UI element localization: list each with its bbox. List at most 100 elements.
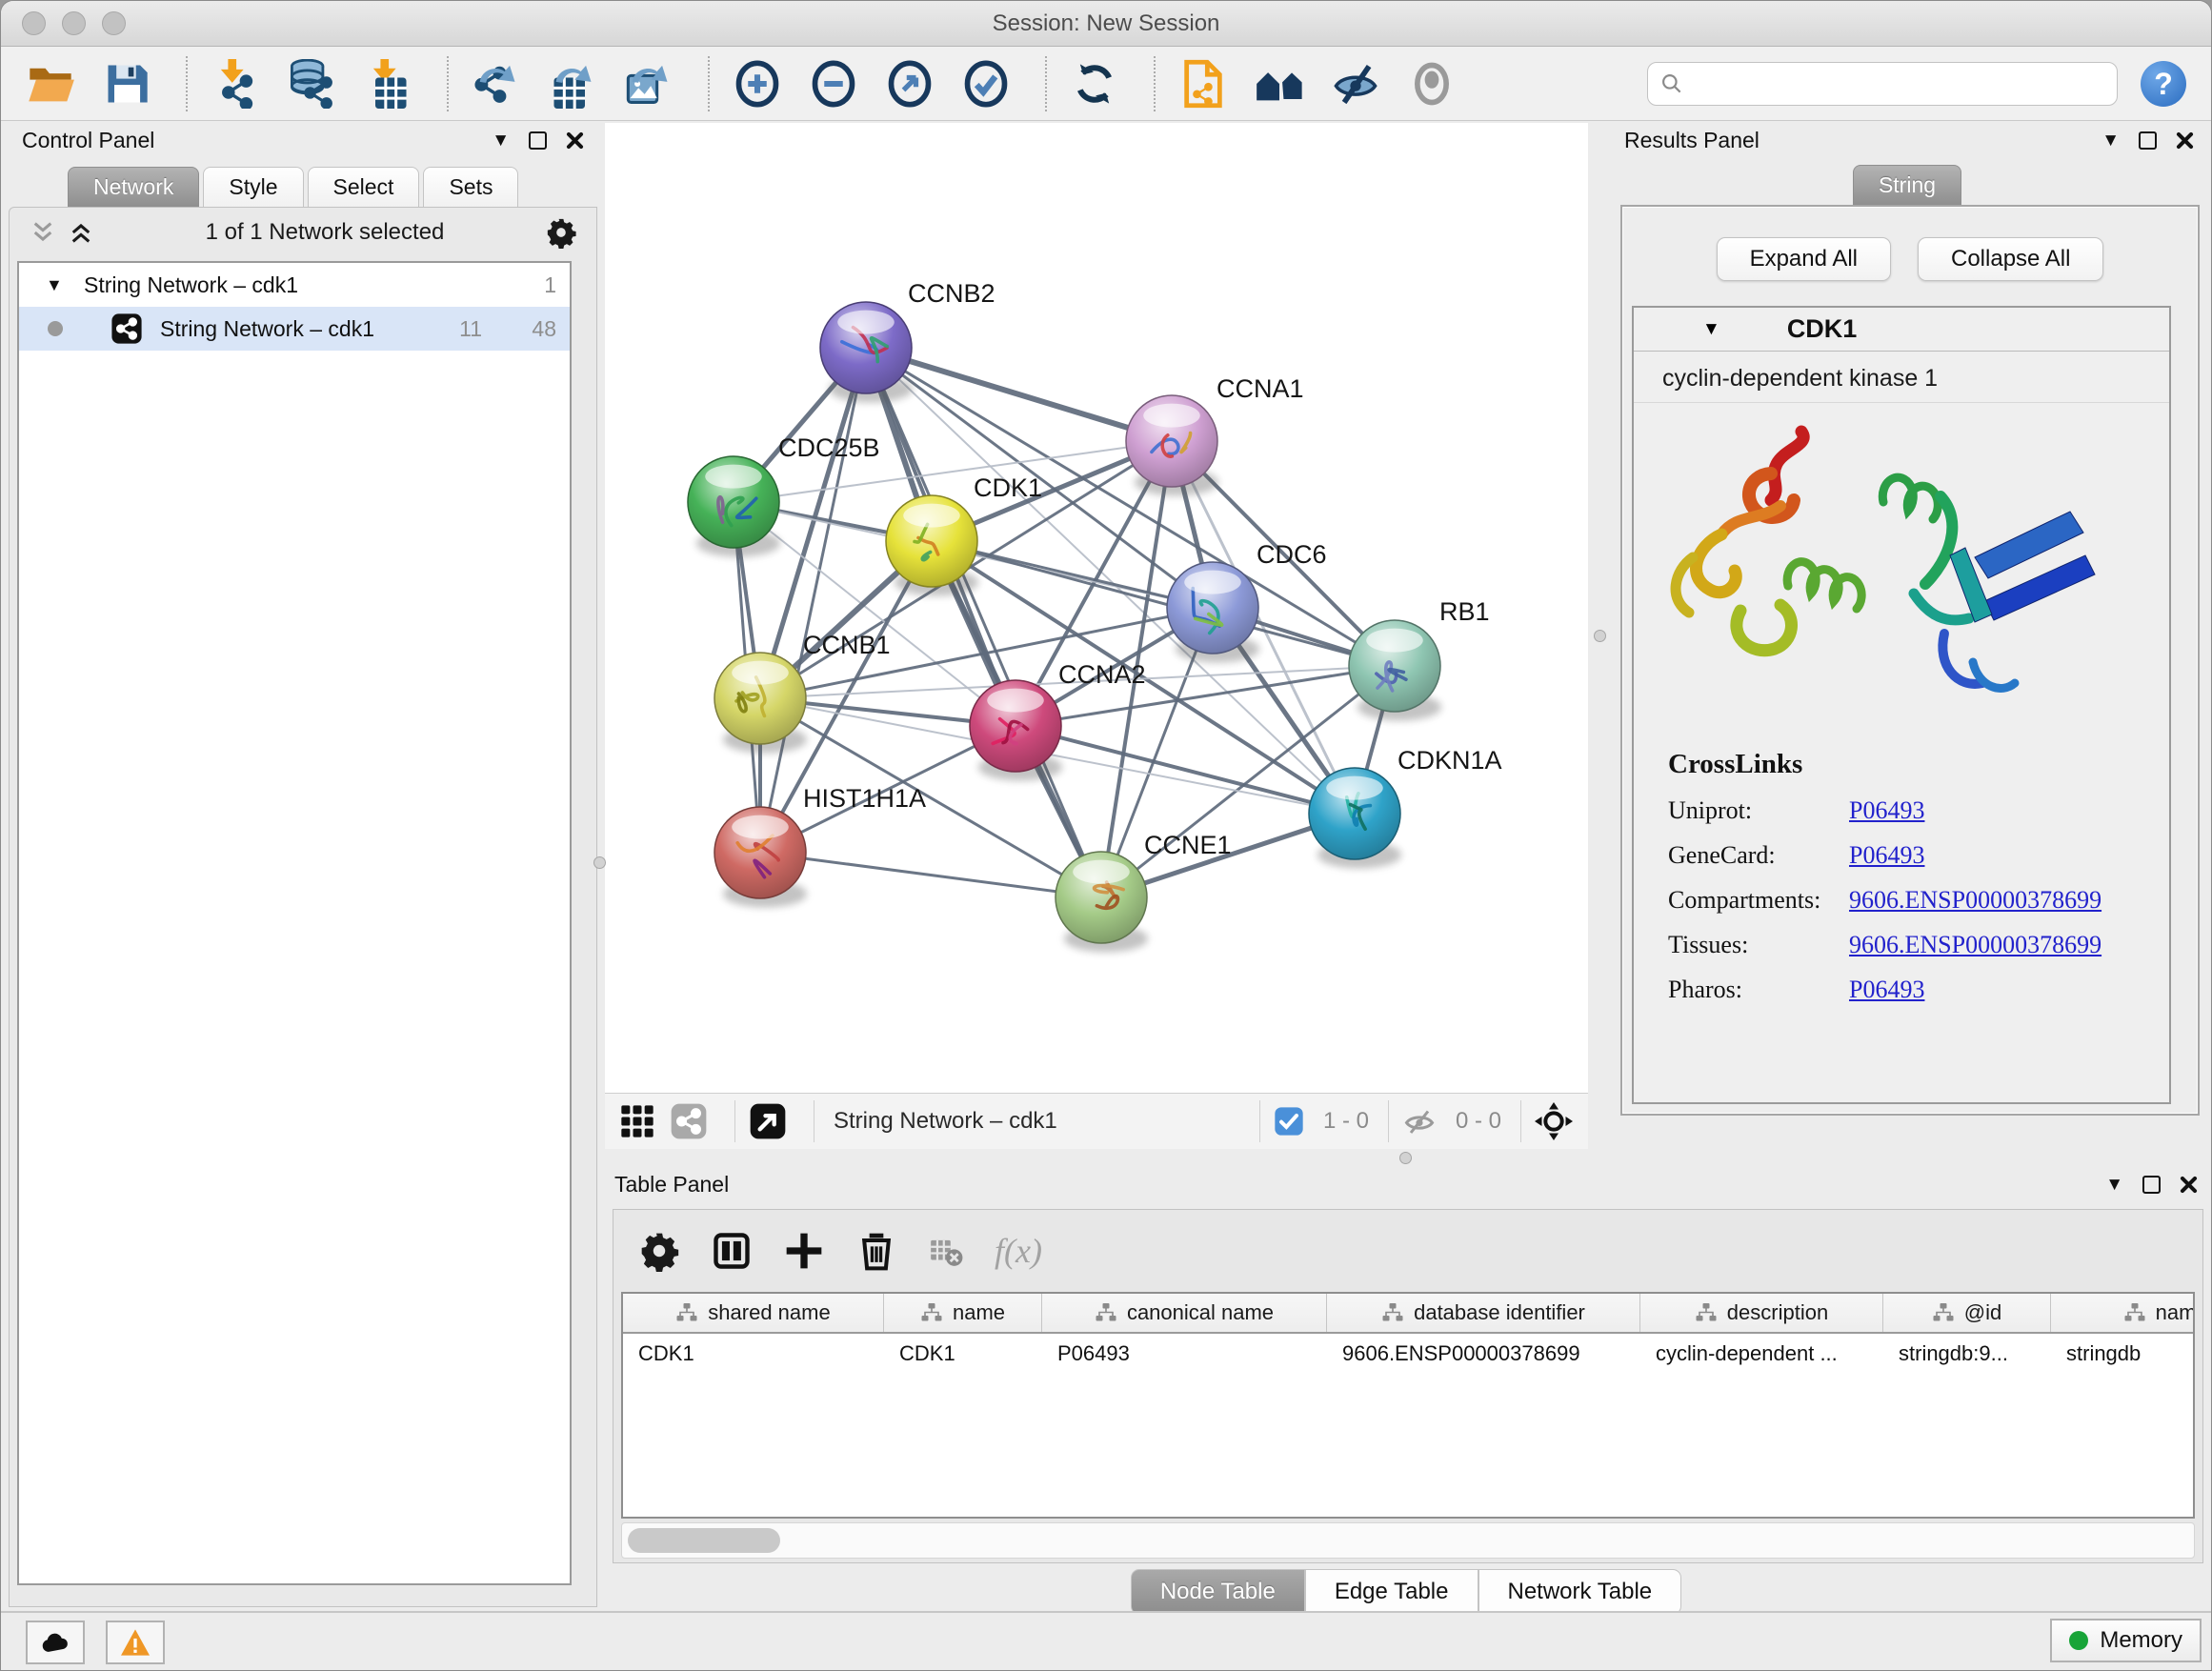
table-cell[interactable]: CDK1 bbox=[623, 1334, 884, 1376]
toolbar-separator bbox=[1154, 56, 1156, 111]
table-panel-title: Table Panel bbox=[614, 1172, 729, 1198]
column-header-database-identifier[interactable]: database identifier bbox=[1327, 1294, 1640, 1332]
delete-column-icon[interactable] bbox=[855, 1230, 897, 1272]
import-network-database-button[interactable] bbox=[287, 59, 336, 109]
crosslink-link[interactable]: P06493 bbox=[1849, 976, 1924, 1004]
table-row[interactable]: CDK1CDK1P064939606.ENSP00000378699cyclin… bbox=[623, 1334, 2193, 1376]
table-cell[interactable]: 9606.ENSP00000378699 bbox=[1327, 1334, 1640, 1376]
string-app-icon bbox=[111, 312, 143, 345]
tab-network[interactable]: Network bbox=[68, 167, 199, 207]
close-panel-icon[interactable] bbox=[2180, 1176, 2198, 1194]
show-columns-icon[interactable] bbox=[711, 1230, 753, 1272]
tab-string[interactable]: String bbox=[1853, 165, 1961, 205]
expand-all-icon[interactable] bbox=[67, 220, 95, 245]
apply-layout-button[interactable] bbox=[1070, 59, 1119, 109]
cloud-button[interactable] bbox=[26, 1621, 85, 1664]
crosslink-row: Uniprot:P06493 bbox=[1668, 796, 2169, 825]
search-input[interactable] bbox=[1694, 71, 2105, 96]
crosslink-link[interactable]: 9606.ENSP00000378699 bbox=[1849, 886, 2101, 915]
status-bar: Memory bbox=[1, 1611, 2211, 1670]
hide-items-button[interactable] bbox=[1331, 59, 1380, 109]
tab-style[interactable]: Style bbox=[203, 167, 303, 207]
close-panel-icon[interactable] bbox=[2176, 131, 2194, 150]
table-cell[interactable]: stringdb:9... bbox=[1883, 1334, 2051, 1376]
detach-view-icon[interactable] bbox=[749, 1102, 787, 1140]
table-cell[interactable]: CDK1 bbox=[884, 1334, 1042, 1376]
column-header-namespace[interactable]: namespace bbox=[2051, 1294, 2195, 1332]
tree-expander-icon[interactable]: ▼ bbox=[46, 275, 67, 295]
tab-sets[interactable]: Sets bbox=[423, 167, 518, 207]
crosslink-link[interactable]: 9606.ENSP00000378699 bbox=[1849, 931, 2101, 959]
network-graph[interactable]: CCNB2CCNA1CDC25BCDK1CDC6RB1CCNB1CCNA2CDK… bbox=[605, 123, 1588, 1093]
panel-menu-icon[interactable]: ▼ bbox=[2101, 131, 2120, 150]
collapse-all-button[interactable]: Collapse All bbox=[1918, 237, 2103, 281]
bottom-divider-handle[interactable] bbox=[1399, 1152, 1412, 1164]
export-table-button[interactable] bbox=[548, 59, 597, 109]
search-icon bbox=[1659, 71, 1684, 96]
crosslink-link[interactable]: P06493 bbox=[1849, 841, 1924, 870]
crosslink-link[interactable]: P06493 bbox=[1849, 796, 1924, 825]
node-label-CCNA2: CCNA2 bbox=[1058, 660, 1146, 689]
import-network-file-button[interactable] bbox=[211, 59, 260, 109]
warning-button[interactable] bbox=[106, 1621, 165, 1664]
network-tree: ▼ String Network – cdk1 1 String Network… bbox=[17, 261, 572, 1585]
save-session-button[interactable] bbox=[102, 59, 151, 109]
birdseye-navigator-icon[interactable] bbox=[1535, 1102, 1573, 1140]
function-builder-icon[interactable]: f(x) bbox=[995, 1231, 1042, 1271]
column-header-canonical-name[interactable]: canonical name bbox=[1042, 1294, 1327, 1332]
zoom-selected-button[interactable] bbox=[961, 59, 1011, 109]
hidden-eye-icon[interactable] bbox=[1402, 1104, 1437, 1138]
section-expander-icon[interactable]: ▼ bbox=[1702, 319, 1720, 340]
network-row[interactable]: String Network – cdk1 11 48 bbox=[19, 307, 570, 351]
table-horizontal-scrollbar[interactable] bbox=[621, 1522, 2195, 1559]
table-cell[interactable]: cyclin-dependent ... bbox=[1640, 1334, 1883, 1376]
tab-node-table[interactable]: Node Table bbox=[1131, 1569, 1305, 1615]
panel-menu-icon[interactable]: ▼ bbox=[2105, 1176, 2123, 1194]
import-table-button[interactable] bbox=[363, 59, 412, 109]
collapse-all-icon[interactable] bbox=[29, 220, 57, 245]
left-divider-handle[interactable] bbox=[593, 856, 606, 869]
tab-select[interactable]: Select bbox=[308, 167, 420, 207]
separator bbox=[1520, 1100, 1521, 1142]
close-panel-icon[interactable] bbox=[566, 131, 584, 150]
column-header-name[interactable]: name bbox=[884, 1294, 1042, 1332]
delete-table-icon[interactable] bbox=[928, 1233, 964, 1269]
zoom-fit-button[interactable] bbox=[885, 59, 935, 109]
float-panel-icon[interactable] bbox=[529, 131, 547, 150]
network-collection-row[interactable]: ▼ String Network – cdk1 1 bbox=[19, 263, 570, 307]
node-label-CCNA1: CCNA1 bbox=[1217, 374, 1304, 403]
scrollbar-thumb[interactable] bbox=[628, 1528, 780, 1553]
column-header-@id[interactable]: @id bbox=[1883, 1294, 2051, 1332]
zoom-out-button[interactable] bbox=[809, 59, 858, 109]
open-session-button[interactable] bbox=[26, 59, 75, 109]
node-table: shared namenamecanonical namedatabase id… bbox=[621, 1292, 2195, 1519]
memory-button[interactable]: Memory bbox=[2050, 1619, 2202, 1662]
table-cell[interactable]: stringdb bbox=[2051, 1334, 2195, 1376]
document-network-button[interactable] bbox=[1178, 59, 1228, 109]
float-panel-icon[interactable] bbox=[2142, 1176, 2161, 1194]
help-button[interactable]: ? bbox=[2141, 61, 2186, 107]
network-view-icon[interactable] bbox=[670, 1102, 708, 1140]
network-canvas[interactable]: CCNB2CCNA1CDC25BCDK1CDC6RB1CCNB1CCNA2CDK… bbox=[605, 123, 1588, 1093]
add-column-icon[interactable] bbox=[783, 1230, 825, 1272]
export-network-button[interactable] bbox=[472, 59, 521, 109]
node-section-header[interactable]: ▼ CDK1 bbox=[1634, 308, 2169, 352]
houses-button[interactable] bbox=[1255, 59, 1304, 109]
gear-icon[interactable] bbox=[545, 216, 577, 249]
tab-edge-table[interactable]: Edge Table bbox=[1305, 1569, 1478, 1615]
table-cell[interactable]: P06493 bbox=[1042, 1334, 1327, 1376]
tab-network-table[interactable]: Network Table bbox=[1478, 1569, 1682, 1615]
export-image-button[interactable] bbox=[624, 59, 674, 109]
expand-all-button[interactable]: Expand All bbox=[1717, 237, 1891, 281]
panel-menu-icon[interactable]: ▼ bbox=[492, 131, 510, 150]
grid-view-icon[interactable] bbox=[618, 1102, 656, 1140]
column-header-shared-name[interactable]: shared name bbox=[623, 1294, 884, 1332]
column-header-description[interactable]: description bbox=[1640, 1294, 1883, 1332]
show-items-button[interactable] bbox=[1407, 59, 1457, 109]
selected-checkbox-icon[interactable] bbox=[1274, 1106, 1304, 1137]
float-panel-icon[interactable] bbox=[2139, 131, 2157, 150]
table-gear-icon[interactable] bbox=[638, 1230, 680, 1272]
crosslink-row: GeneCard:P06493 bbox=[1668, 841, 2169, 870]
right-divider-handle[interactable] bbox=[1594, 630, 1606, 642]
zoom-in-button[interactable] bbox=[733, 59, 782, 109]
